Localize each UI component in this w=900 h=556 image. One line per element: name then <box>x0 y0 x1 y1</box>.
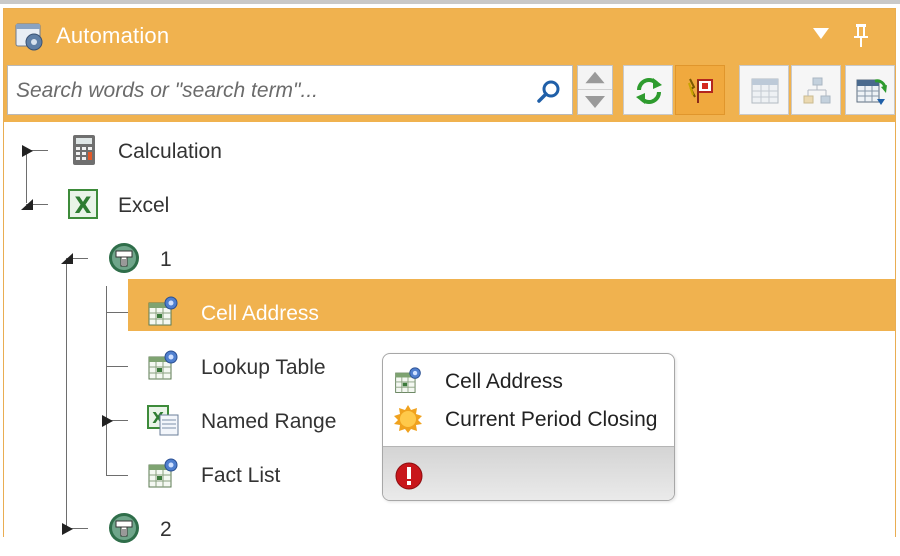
calculator-icon <box>73 135 95 165</box>
tree-node-label: Calculation <box>118 140 222 163</box>
tree-node-label: 2 <box>160 518 172 541</box>
panel-toolbar <box>4 60 895 122</box>
dropdown-arrow-icon[interactable] <box>812 27 830 41</box>
collapse-arrow-icon[interactable] <box>20 198 34 212</box>
tree-connector <box>66 258 67 529</box>
popup-item-current-period-closing[interactable]: Current Period Closing <box>383 400 674 438</box>
search-icon[interactable] <box>536 79 562 105</box>
connector-icon <box>109 513 139 543</box>
tree-node-label: 1 <box>160 248 172 271</box>
table-export-button[interactable] <box>845 65 895 115</box>
lookup-table-icon <box>148 350 178 380</box>
search-navigation-spinner <box>577 65 613 115</box>
expand-arrow-icon[interactable] <box>20 144 34 158</box>
tree-connector <box>106 366 128 367</box>
sun-badge-icon <box>394 405 422 433</box>
next-result-arrow-icon[interactable] <box>578 90 612 114</box>
tree-node-label: Lookup Table <box>201 356 326 379</box>
popup-item-label: Current Period Closing <box>445 408 658 431</box>
expand-arrow-icon[interactable] <box>60 522 74 536</box>
named-range-icon: X <box>147 405 179 436</box>
table-grid-icon <box>751 78 779 104</box>
tree-node-excel[interactable]: X Excel <box>4 178 895 232</box>
error-icon[interactable] <box>394 461 424 491</box>
popup-item-cell-address[interactable]: Cell Address <box>383 362 674 400</box>
collapse-arrow-icon[interactable] <box>60 252 74 266</box>
search-box <box>7 65 573 115</box>
search-input[interactable] <box>16 78 516 104</box>
hierarchy-icon <box>803 77 831 104</box>
tree-node-calculation[interactable]: Calculation <box>4 124 895 178</box>
tree-node-label: Cell Address <box>201 302 319 325</box>
tree-node-label: Excel <box>118 194 170 217</box>
window-top-border <box>0 0 900 4</box>
refresh-icon <box>636 78 662 104</box>
automation-gear-icon <box>15 23 43 51</box>
cell-address-icon <box>395 367 421 393</box>
popup-item-label: Cell Address <box>445 370 563 393</box>
panel-titlebar: Automation <box>4 9 895 60</box>
refresh-button[interactable] <box>623 65 673 115</box>
table-export-icon <box>856 79 887 105</box>
expand-arrow-icon[interactable] <box>100 414 114 428</box>
svg-text:X: X <box>75 194 92 219</box>
pin-icon[interactable] <box>850 22 872 48</box>
tree-node-label: Fact List <box>201 464 281 487</box>
fact-list-icon <box>148 458 178 488</box>
connector-icon <box>109 243 139 273</box>
cell-address-icon <box>148 296 178 326</box>
panel-title: Automation <box>56 23 170 48</box>
tree-connector <box>106 312 128 313</box>
hierarchy-button[interactable] <box>791 65 841 115</box>
tree-node-2[interactable]: 2 <box>4 502 895 556</box>
excel-icon: X <box>68 189 98 219</box>
tree-node-1[interactable]: 1 <box>4 232 895 286</box>
tree-node-label: Named Range <box>201 410 337 433</box>
tree-connector <box>106 475 128 476</box>
flag-filter-icon <box>688 78 713 103</box>
tree-node-cell-address[interactable]: Cell Address <box>128 286 895 340</box>
node-info-popup: Cell Address Current Period Closing <box>382 353 675 501</box>
flag-filter-button[interactable] <box>675 65 725 115</box>
popup-footer <box>383 446 674 500</box>
previous-result-arrow-icon[interactable] <box>578 66 612 90</box>
table-grid-button[interactable] <box>739 65 789 115</box>
